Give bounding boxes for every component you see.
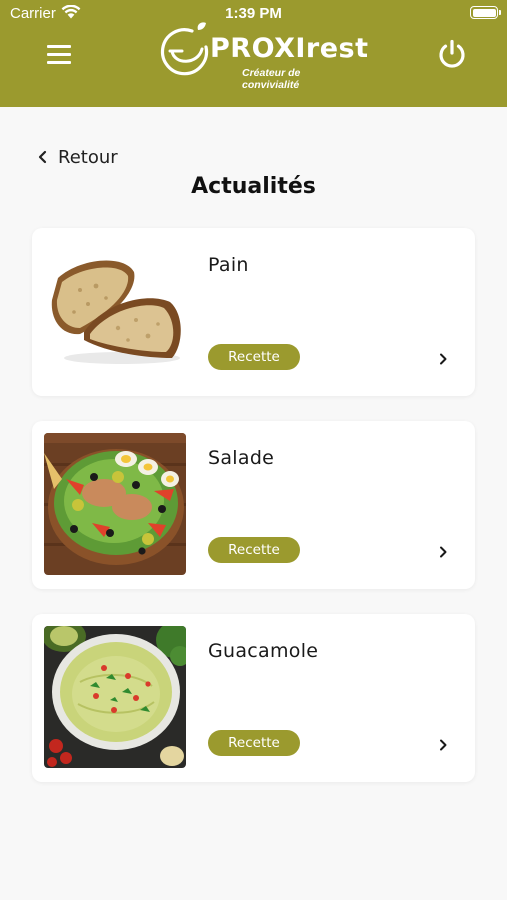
hamburger-menu-icon-bar	[47, 61, 71, 64]
salad-image	[44, 433, 186, 575]
article-title: Salade	[208, 447, 275, 469]
status-time: 1:39 PM	[225, 5, 282, 22]
menu-button[interactable]	[44, 40, 74, 68]
article-category-badge: Recette	[208, 537, 300, 563]
brand-name: PROXIrest	[210, 33, 369, 64]
article-title: Pain	[208, 254, 249, 276]
page-title: Actualités	[191, 174, 316, 199]
hamburger-menu-icon-bar	[47, 53, 71, 56]
chevron-right-icon	[440, 353, 447, 365]
article-card-pain[interactable]: Pain Recette	[32, 228, 475, 396]
article-card-salade[interactable]: Salade Recette	[32, 421, 475, 589]
bread-image	[44, 240, 186, 382]
article-title: Guacamole	[208, 640, 319, 662]
brand-tagline: Créateur de convivialité	[242, 67, 301, 91]
brand-logo: PROXIrest Créateur de convivialité	[158, 21, 368, 91]
logo-mark-icon	[160, 22, 209, 76]
article-thumbnail	[44, 626, 186, 768]
article-thumbnail	[44, 240, 186, 382]
article-thumbnail	[44, 433, 186, 575]
power-icon[interactable]	[436, 38, 468, 70]
article-category-badge: Recette	[208, 344, 300, 370]
back-label: Retour	[58, 146, 118, 168]
article-category-badge: Recette	[208, 730, 300, 756]
battery-icon	[470, 6, 501, 19]
chevron-right-icon	[440, 739, 447, 751]
back-button[interactable]: Retour	[37, 144, 118, 170]
guacamole-image	[44, 626, 186, 768]
article-card-guacamole[interactable]: Guacamole Recette	[32, 614, 475, 782]
chevron-right-icon	[440, 546, 447, 558]
hamburger-menu-icon	[47, 45, 71, 48]
chevron-left-icon	[38, 150, 47, 164]
app-header: Carrier 1:39 PM PROXIrest Créateur de co…	[0, 0, 507, 107]
